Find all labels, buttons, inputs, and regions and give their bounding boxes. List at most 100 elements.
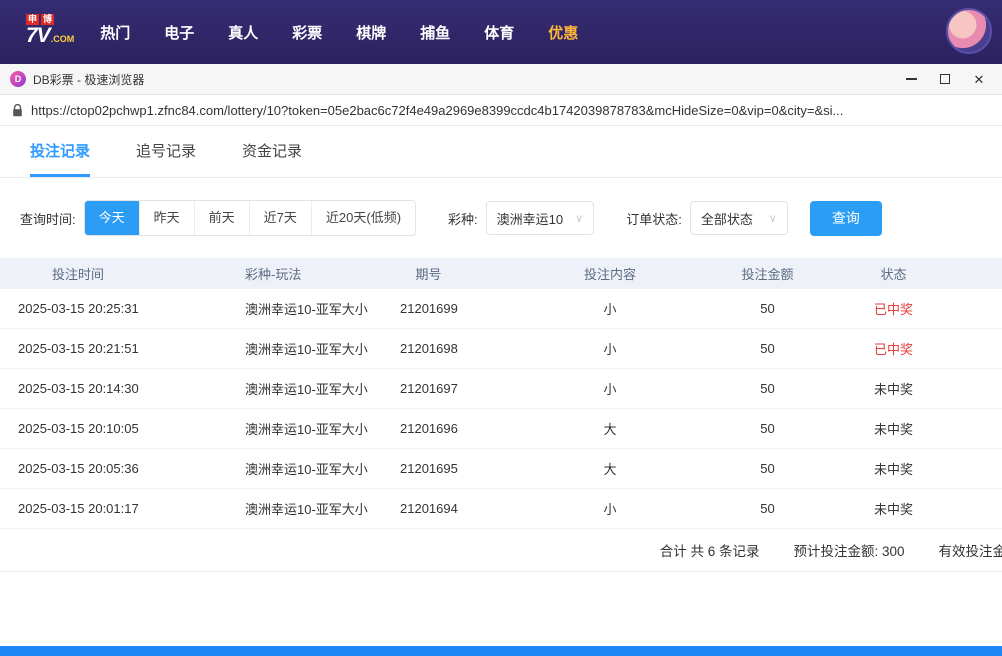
- cell-game: 澳洲幸运10-亚军大小: [225, 339, 385, 358]
- bet-table-body: 2025-03-15 20:25:31澳洲幸运10-亚军大小21201699小5…: [0, 289, 1002, 529]
- cell-game: 澳洲幸运10-亚军大小: [225, 379, 385, 398]
- summary-valid-amount: 有效投注金: [939, 540, 1002, 560]
- table-row: 2025-03-15 20:25:31澳洲幸运10-亚军大小21201699小5…: [0, 289, 1002, 329]
- top-nav-item[interactable]: 彩票: [292, 22, 322, 43]
- maximize-button[interactable]: [928, 65, 962, 93]
- cell-game: 澳洲幸运10-亚军大小: [225, 299, 385, 318]
- top-nav-item[interactable]: 真人: [228, 22, 258, 43]
- cell-amount: 50: [690, 301, 845, 316]
- cell-issue: 21201699: [385, 301, 530, 316]
- cell-time: 2025-03-15 20:25:31: [0, 301, 225, 316]
- cell-content: 大: [530, 459, 690, 478]
- window-title: DB彩票 - 极速浏览器: [33, 71, 894, 88]
- lottery-select[interactable]: 澳洲幸运10 ∨: [486, 201, 595, 235]
- cell-amount: 50: [690, 421, 845, 436]
- cell-time: 2025-03-15 20:05:36: [0, 461, 225, 476]
- cell-status: 已中奖: [845, 299, 1002, 318]
- table-header-cell: 彩种-玩法: [225, 264, 385, 283]
- site-logo-suffix: .COM: [51, 34, 75, 44]
- time-filter-option[interactable]: 今天: [85, 201, 139, 235]
- tab[interactable]: 追号记录: [136, 140, 196, 177]
- minimize-icon: [906, 78, 917, 80]
- filter-row: 查询时间: 今天昨天前天近7天近20天(低频) 彩种: 澳洲幸运10 ∨ 订单状…: [20, 200, 1002, 236]
- time-filter-option[interactable]: 昨天: [139, 201, 194, 235]
- cell-game: 澳洲幸运10-亚军大小: [225, 459, 385, 478]
- order-status-select[interactable]: 全部状态 ∨: [690, 201, 788, 235]
- time-filter-option[interactable]: 前天: [194, 201, 249, 235]
- cell-status: 未中奖: [845, 499, 1002, 518]
- order-status-value: 全部状态: [701, 209, 753, 228]
- browser-tab-icon: D: [10, 71, 26, 87]
- tab[interactable]: 资金记录: [242, 140, 302, 177]
- top-nav-item[interactable]: 热门: [100, 22, 130, 43]
- time-filter-label: 查询时间:: [20, 209, 76, 228]
- page: 申 博 7V.COM 热门 电子 真人 彩票 棋牌 捕鱼 体育 优惠 D DB彩票 - 极速浏…: [0, 0, 1002, 656]
- cell-content: 小: [530, 339, 690, 358]
- table-row: 2025-03-15 20:21:51澳洲幸运10-亚军大小21201698小5…: [0, 329, 1002, 369]
- top-nav-item[interactable]: 优惠: [548, 22, 578, 43]
- top-site-bar: 申 博 7V.COM 热门 电子 真人 彩票 棋牌 捕鱼 体育 优惠: [0, 0, 1002, 64]
- table-row: 2025-03-15 20:10:05澳洲幸运10-亚军大小21201696大5…: [0, 409, 1002, 449]
- bottom-bar: [0, 646, 1002, 656]
- cell-issue: 21201697: [385, 381, 530, 396]
- address-bar[interactable]: https://ctop02pchwp1.zfnc84.com/lottery/…: [0, 95, 1002, 126]
- lock-icon: [12, 104, 23, 117]
- table-row: 2025-03-15 20:05:36澳洲幸运10-亚军大小21201695大5…: [0, 449, 1002, 489]
- tab[interactable]: 投注记录: [30, 140, 90, 177]
- table-header-cell: 投注金额: [690, 264, 845, 283]
- chevron-down-icon: ∨: [575, 212, 583, 225]
- cell-issue: 21201696: [385, 421, 530, 436]
- cell-amount: 50: [690, 461, 845, 476]
- close-icon: ✕: [974, 73, 985, 86]
- cell-amount: 50: [690, 341, 845, 356]
- cell-issue: 21201698: [385, 341, 530, 356]
- cell-time: 2025-03-15 20:10:05: [0, 421, 225, 436]
- top-nav-item[interactable]: 棋牌: [356, 22, 386, 43]
- query-button[interactable]: 查询: [810, 201, 882, 236]
- lottery-select-value: 澳洲幸运10: [497, 209, 563, 228]
- top-nav-item[interactable]: 电子: [164, 22, 194, 43]
- cell-issue: 21201695: [385, 461, 530, 476]
- time-filter-group: 今天昨天前天近7天近20天(低频): [84, 200, 416, 236]
- table-header-cell: 状态: [845, 264, 1002, 283]
- table-header-cell: 投注内容: [530, 264, 690, 283]
- table-row: 2025-03-15 20:01:17澳洲幸运10-亚军大小21201694小5…: [0, 489, 1002, 529]
- window-controls: ✕: [894, 65, 996, 93]
- top-nav-item[interactable]: 捕鱼: [420, 22, 450, 43]
- cell-content: 大: [530, 419, 690, 438]
- top-nav-item[interactable]: 体育: [484, 22, 514, 43]
- cell-status: 未中奖: [845, 379, 1002, 398]
- cell-content: 小: [530, 499, 690, 518]
- cell-amount: 50: [690, 501, 845, 516]
- lottery-filter-label: 彩种:: [448, 209, 478, 228]
- table-row: 2025-03-15 20:14:30澳洲幸运10-亚军大小21201697小5…: [0, 369, 1002, 409]
- minimize-button[interactable]: [894, 65, 928, 93]
- browser-title-bar: D DB彩票 - 极速浏览器 ✕: [0, 64, 1002, 95]
- time-filter-option[interactable]: 近20天(低频): [311, 201, 415, 235]
- cell-content: 小: [530, 379, 690, 398]
- summary-expected-amount: 预计投注金额: 300: [793, 540, 904, 560]
- bet-table: 投注时间彩种-玩法期号投注内容投注金额状态 2025-03-15 20:25:3…: [0, 258, 1002, 529]
- cell-time: 2025-03-15 20:21:51: [0, 341, 225, 356]
- close-button[interactable]: ✕: [962, 65, 996, 93]
- cell-issue: 21201694: [385, 501, 530, 516]
- record-tabs: 投注记录 追号记录 资金记录: [0, 126, 1002, 178]
- maximize-icon: [940, 74, 950, 84]
- cell-game: 澳洲幸运10-亚军大小: [225, 419, 385, 438]
- site-logo-brand: 7V.COM: [26, 25, 74, 50]
- cell-time: 2025-03-15 20:14:30: [0, 381, 225, 396]
- order-status-label: 订单状态:: [626, 209, 682, 228]
- cell-amount: 50: [690, 381, 845, 396]
- cell-status: 未中奖: [845, 419, 1002, 438]
- summary-row: 合计 共 6 条记录 预计投注金额: 300 有效投注金: [0, 529, 1002, 572]
- site-logo[interactable]: 申 博 7V.COM: [26, 14, 74, 50]
- summary-total: 合计 共 6 条记录: [660, 540, 760, 560]
- cell-status: 未中奖: [845, 459, 1002, 478]
- user-avatar[interactable]: [946, 8, 992, 54]
- page-content: 投注记录 追号记录 资金记录 查询时间: 今天昨天前天近7天近20天(低频) 彩种:…: [0, 126, 1002, 646]
- top-nav-items: 热门 电子 真人 彩票 棋牌 捕鱼 体育 优惠: [100, 22, 578, 43]
- cell-game: 澳洲幸运10-亚军大小: [225, 499, 385, 518]
- time-filter-option[interactable]: 近7天: [249, 201, 311, 235]
- table-header-cell: 投注时间: [0, 264, 225, 283]
- cell-content: 小: [530, 299, 690, 318]
